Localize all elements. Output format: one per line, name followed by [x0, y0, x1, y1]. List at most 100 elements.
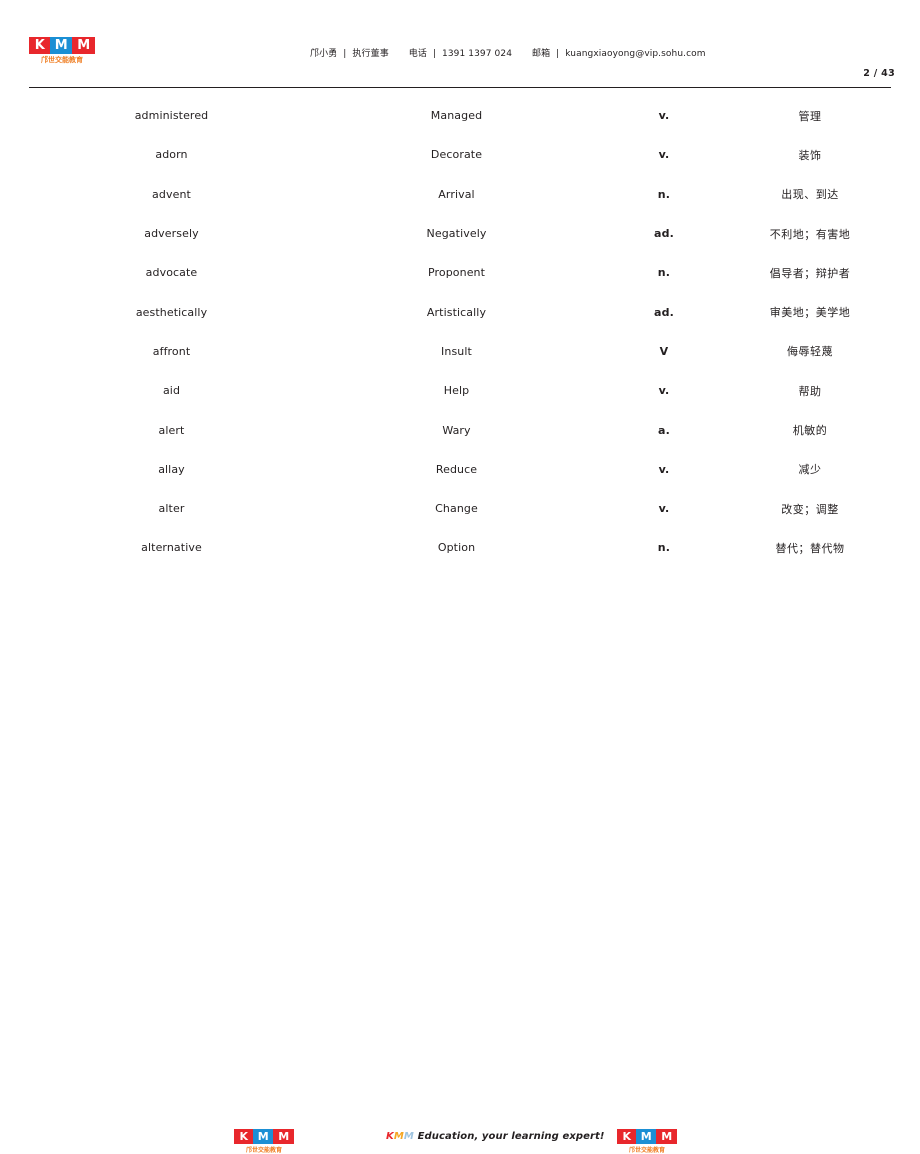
kmm-logo-footer-right: K M M 邝世交能教育: [617, 1129, 677, 1154]
cell-word: aesthetically: [135, 305, 208, 319]
logo-block-k: K: [617, 1129, 636, 1144]
logo-letter-m2: M: [278, 1130, 289, 1143]
logo-blocks: K M M: [617, 1129, 677, 1144]
logo-block-m2: M: [656, 1129, 677, 1144]
table-row: advent Arrival n. 出现、到达: [29, 175, 891, 214]
cell-synonym: Change: [435, 502, 478, 516]
email-label: 邮箱: [531, 49, 551, 59]
logo-chinese-subtitle: 邝世交能教育: [245, 1147, 282, 1154]
cell-chinese: 出现、到达: [781, 188, 839, 202]
cell-synonym: Wary: [442, 423, 471, 437]
cell-word: advocate: [145, 266, 198, 280]
page-footer: K M M 邝世交能教育 KMM Education, your learnin…: [0, 560, 920, 1154]
page-header: K M M 邝世交能教育 邝小勇 | 执行董事 电话 | 1391 1397 0…: [0, 0, 920, 88]
cell-word: advent: [152, 187, 191, 201]
table-row: affront Insult V 侮辱轻蔑: [29, 332, 891, 371]
tagline-letter-m2: M: [403, 1131, 414, 1142]
logo-chinese-subtitle: 邝世交能教育: [41, 56, 83, 64]
cell-chinese: 管理: [798, 109, 822, 123]
logo-letter-k: K: [34, 38, 45, 53]
logo-block-m1: M: [50, 37, 72, 54]
cell-word: affront: [152, 344, 191, 358]
logo-letter-m2: M: [661, 1130, 672, 1143]
logo-block-k: K: [234, 1129, 253, 1144]
kmm-logo-header: K M M 邝世交能教育: [29, 37, 95, 65]
cell-part-of-speech: v.: [658, 109, 670, 123]
logo-block-m2: M: [273, 1129, 294, 1144]
cell-part-of-speech: n.: [657, 187, 671, 201]
table-row: alter Change v. 改变；调整: [29, 489, 891, 528]
logo-block-m2: M: [72, 37, 95, 54]
table-row: advocate Proponent n. 倡导者；辩护者: [29, 253, 891, 292]
cell-synonym: Arrival: [438, 187, 475, 201]
logo-blocks: K M M: [234, 1129, 294, 1144]
phone-label: 电话: [408, 49, 427, 59]
page-number: 2 / 43: [863, 68, 895, 79]
table-row: adversely Negatively ad. 不利地；有害地: [29, 214, 891, 253]
tagline-letter-k: K: [386, 1131, 394, 1142]
logo-letter-m2: M: [77, 38, 90, 53]
footer-tagline: KMM Education, your learning expert!: [386, 1131, 605, 1142]
table-row: aesthetically Artistically ad. 审美地；美学地: [29, 292, 891, 331]
contact-name: 邝小勇: [310, 49, 338, 59]
contact-separator-3: |: [556, 49, 560, 59]
contact-separator-1: |: [343, 49, 347, 59]
cell-word: administered: [134, 109, 209, 123]
cell-chinese: 机敏的: [792, 424, 828, 438]
cell-word: adversely: [144, 227, 199, 241]
cell-chinese: 侮辱轻蔑: [787, 345, 833, 359]
vocabulary-table: administered Managed v. 管理 adorn Decorate v. 装饰…: [29, 96, 891, 568]
cell-part-of-speech: n.: [657, 266, 671, 280]
contact-separator-2: |: [432, 49, 437, 59]
document-page: K M M 邝世交能教育 邝小勇 | 执行董事 电话 | 1391 1397 0…: [0, 0, 920, 1154]
logo-letter-m1: M: [640, 1130, 652, 1143]
table-row: allay Reduce v. 减少: [29, 450, 891, 489]
table-row: administered Managed v. 管理: [29, 96, 891, 135]
logo-chinese-subtitle: 邝世交能教育: [628, 1147, 665, 1154]
email-value: kuangxiaoyong@vip.sohu.com: [565, 49, 706, 59]
logo-block-k: K: [29, 37, 50, 54]
cell-synonym: Decorate: [430, 148, 483, 162]
table-row: adorn Decorate v. 装饰: [29, 135, 891, 174]
table-row: alert Wary a. 机敏的: [29, 410, 891, 449]
cell-part-of-speech: v.: [658, 462, 670, 476]
cell-part-of-speech: V: [659, 344, 669, 358]
header-contact-line: 邝小勇 | 执行董事 电话 | 1391 1397 024 邮箱 | kuang…: [310, 46, 706, 59]
logo-block-m1: M: [253, 1129, 273, 1144]
cell-word: alert: [158, 423, 185, 437]
cell-synonym: Managed: [430, 109, 483, 123]
cell-chinese: 改变；调整: [781, 502, 839, 516]
cell-word: alter: [158, 502, 185, 516]
tagline-text: Education, your learning expert!: [413, 1131, 605, 1142]
table-row: aid Help v. 帮助: [29, 371, 891, 410]
logo-letter-k: K: [239, 1130, 248, 1143]
cell-chinese: 审美地；美学地: [769, 306, 851, 320]
cell-word: aid: [162, 384, 181, 398]
cell-synonym: Negatively: [426, 227, 487, 241]
cell-synonym: Insult: [441, 344, 472, 358]
tagline-letter-m1: M: [393, 1131, 404, 1142]
cell-part-of-speech: ad.: [653, 227, 675, 241]
cell-chinese: 减少: [798, 463, 822, 477]
cell-word: allay: [158, 462, 185, 476]
cell-synonym: Reduce: [435, 462, 478, 476]
contact-title: 执行董事: [352, 49, 389, 59]
cell-part-of-speech: ad.: [653, 305, 675, 319]
vocabulary-table-body: administered Managed v. 管理 adorn Decorate v. 装饰…: [29, 96, 891, 568]
cell-synonym: Proponent: [427, 266, 486, 280]
cell-chinese: 倡导者；辩护者: [769, 266, 851, 280]
cell-part-of-speech: v.: [658, 148, 670, 162]
logo-letter-m1: M: [257, 1130, 269, 1143]
cell-part-of-speech: a.: [657, 423, 670, 437]
cell-part-of-speech: v.: [658, 384, 670, 398]
logo-letter-k: K: [622, 1130, 631, 1143]
logo-block-m1: M: [636, 1129, 656, 1144]
cell-chinese: 帮助: [798, 384, 822, 398]
logo-letter-m1: M: [54, 38, 68, 53]
cell-word: adorn: [155, 148, 188, 162]
phone-value: 1391 1397 024: [442, 49, 513, 59]
logo-blocks: K M M: [29, 37, 95, 54]
cell-synonym: Artistically: [426, 305, 487, 319]
header-divider-rule: [29, 87, 891, 88]
cell-part-of-speech: v.: [658, 502, 670, 516]
